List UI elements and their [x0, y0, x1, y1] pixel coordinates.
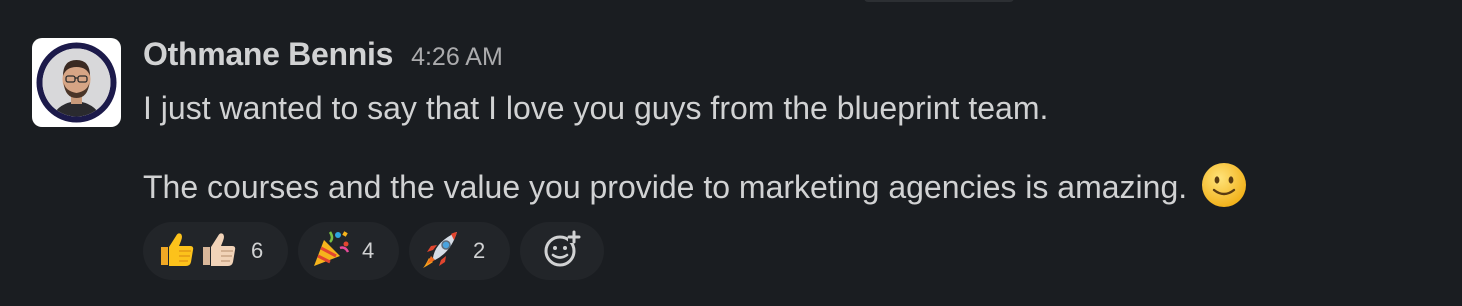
party-popper-icon [310, 228, 352, 275]
reaction-count: 2 [473, 238, 486, 263]
message-content: Othmane Bennis 4:26 AM I just wanted to … [143, 36, 1442, 209]
timestamp[interactable]: 4:26 AM [411, 43, 503, 72]
message[interactable]: Othmane Bennis 4:26 AM I just wanted to … [0, 0, 1462, 306]
reaction-thumbs-up[interactable]: 6 [143, 222, 288, 280]
reactions-bar: 6 4 2 [143, 222, 604, 280]
message-line: The courses and the value you provide to… [143, 169, 1188, 205]
rocket-icon [421, 228, 463, 275]
message-line-with-emoji: The courses and the value you provide to… [143, 163, 1442, 209]
add-reaction-button[interactable] [520, 222, 604, 280]
message-header: Othmane Bennis 4:26 AM [143, 36, 1442, 78]
reaction-rocket[interactable]: 2 [409, 222, 510, 280]
author-name[interactable]: Othmane Bennis [143, 36, 393, 73]
avatar-image [36, 42, 117, 123]
reaction-count: 4 [362, 238, 375, 263]
avatar[interactable] [32, 38, 121, 127]
slightly-smiling-face-icon [1200, 161, 1248, 209]
reaction-count: 6 [251, 238, 264, 263]
reaction-party-popper[interactable]: 4 [298, 222, 399, 280]
message-line: I just wanted to say that I love you guy… [143, 90, 1049, 126]
add-emoji-icon [542, 229, 582, 274]
thumbs-up-icon [155, 229, 241, 274]
